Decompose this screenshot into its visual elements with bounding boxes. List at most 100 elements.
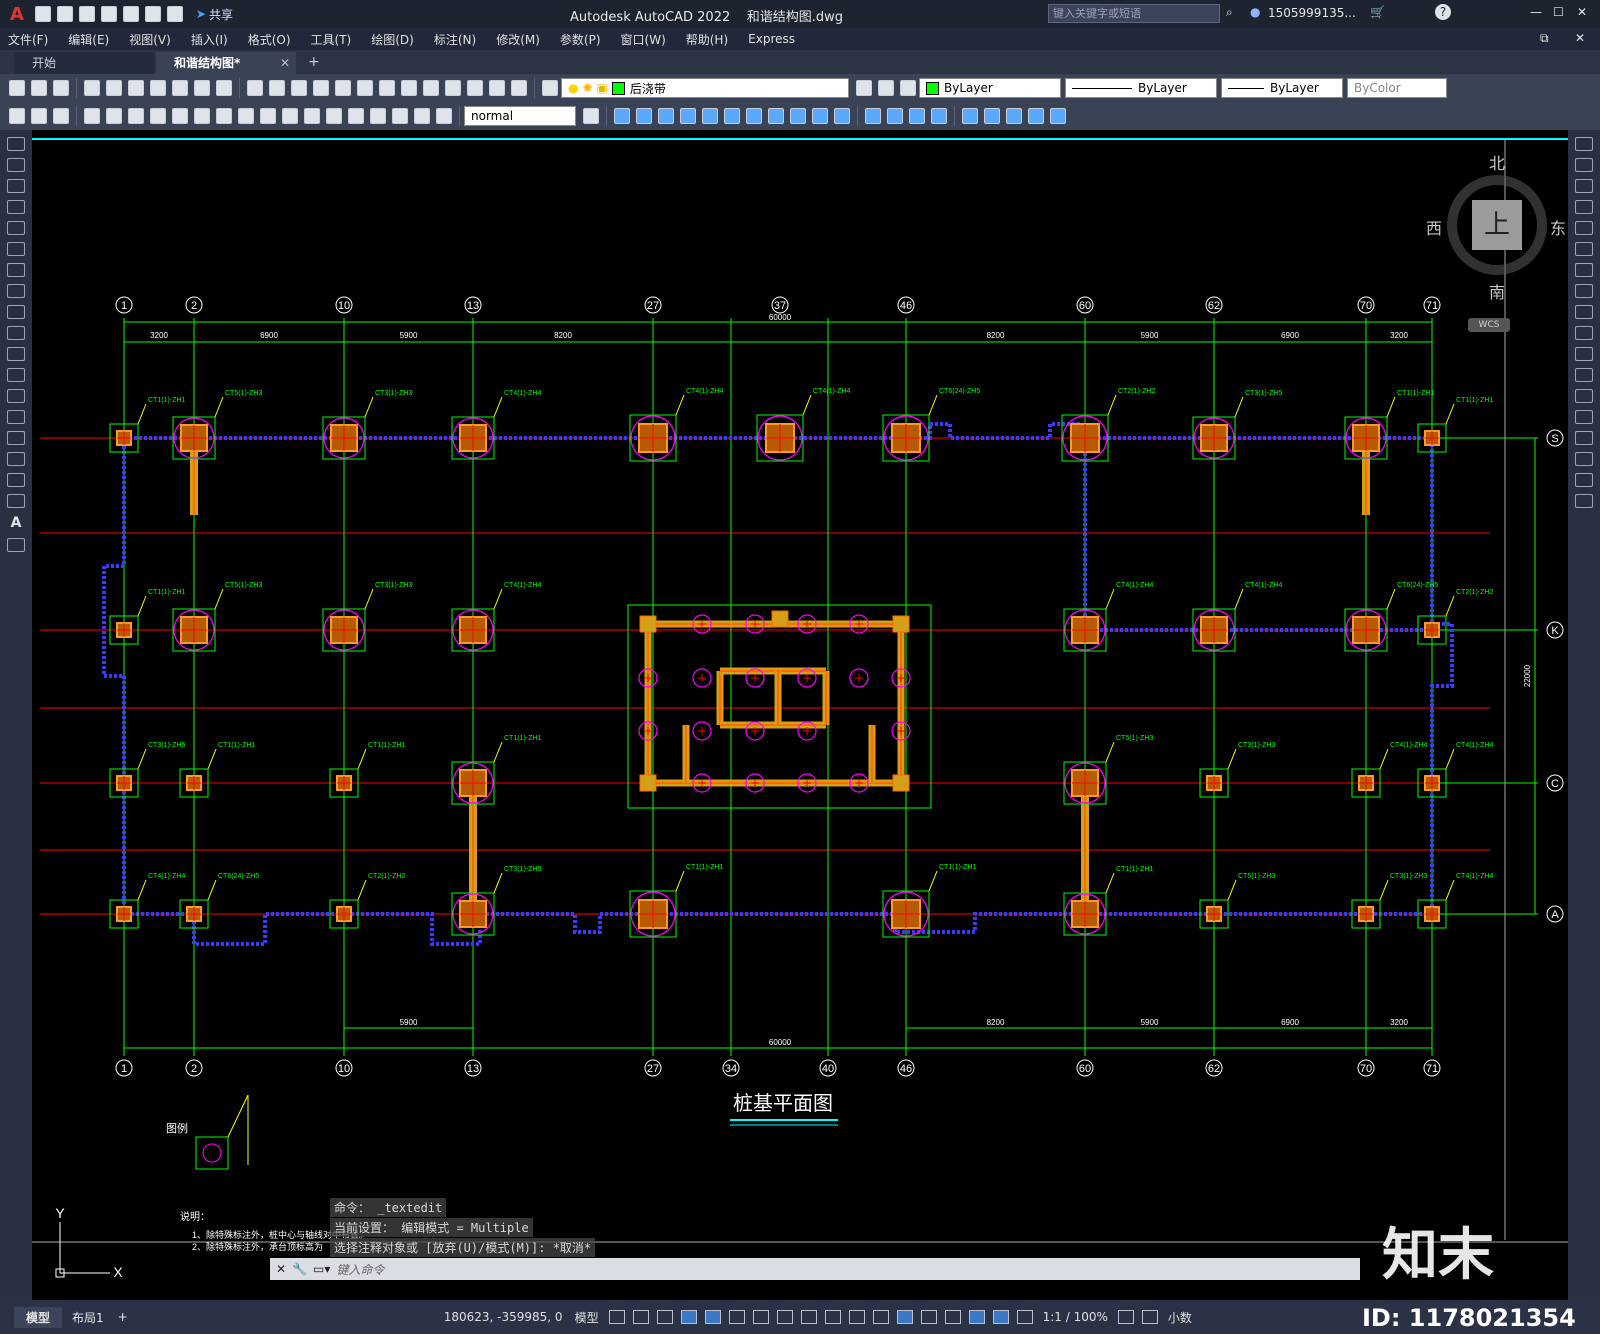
array-icon[interactable]: [1575, 221, 1593, 235]
plot-icon[interactable]: [122, 6, 139, 22]
cut-icon[interactable]: [150, 80, 166, 96]
layer-state-icon[interactable]: [900, 80, 916, 96]
layer-properties-icon[interactable]: [542, 80, 558, 96]
dim-ordinate-icon[interactable]: [84, 108, 100, 124]
snap-icon[interactable]: [632, 1310, 649, 1324]
gizmo-icon[interactable]: [968, 1310, 985, 1324]
customize-command-icon[interactable]: 🔧: [292, 1262, 307, 1276]
dim-update-icon[interactable]: [436, 108, 452, 124]
multiline-text-icon[interactable]: A: [0, 515, 32, 531]
mirror-3d-icon[interactable]: [1050, 108, 1066, 124]
compass-west[interactable]: 西: [1426, 215, 1442, 239]
undo-toolbar-icon[interactable]: [247, 80, 263, 96]
coordinates[interactable]: 180623, -359985, 0: [444, 1310, 563, 1324]
annotation-visibility-icon[interactable]: [992, 1310, 1009, 1324]
zoom-previous-icon[interactable]: [357, 80, 373, 96]
zoom-realtime-icon[interactable]: [313, 80, 329, 96]
menu-insert[interactable]: 插入(I): [191, 31, 228, 48]
3d-osnap-icon[interactable]: [896, 1310, 913, 1324]
dim-radius-icon[interactable]: [106, 108, 122, 124]
autocad-logo[interactable]: A: [10, 4, 24, 25]
object-snap-tracking-icon[interactable]: [776, 1310, 793, 1324]
tab-start[interactable]: 开始: [14, 52, 154, 74]
sweep-icon[interactable]: [812, 108, 828, 124]
tool-palettes-icon[interactable]: [423, 80, 439, 96]
cart-icon[interactable]: 🛒: [1370, 5, 1385, 19]
dim-style-icon[interactable]: [583, 108, 599, 124]
save-icon[interactable]: [78, 6, 95, 22]
ellipse-icon[interactable]: [7, 326, 25, 340]
save-toolbar-icon[interactable]: [53, 80, 69, 96]
polygon-icon[interactable]: [7, 200, 25, 214]
compass-south[interactable]: 南: [1489, 279, 1505, 303]
lineweight-icon[interactable]: [824, 1310, 841, 1324]
tolerance-icon[interactable]: [304, 108, 320, 124]
units-dropdown[interactable]: 小数: [1168, 1309, 1192, 1326]
undo-icon[interactable]: [144, 6, 161, 22]
share-button[interactable]: ➤ 共享: [196, 6, 233, 23]
construction-line-icon[interactable]: [7, 158, 25, 172]
revision-cloud-icon[interactable]: [7, 284, 25, 298]
menu-format[interactable]: 格式(O): [248, 31, 291, 48]
dim-baseline-icon[interactable]: [216, 108, 232, 124]
lineweight-dropdown[interactable]: ByLayer: [1221, 78, 1343, 98]
point-icon[interactable]: [7, 410, 25, 424]
chamfer-icon[interactable]: [1575, 431, 1593, 445]
polyline-icon[interactable]: [7, 179, 25, 193]
selection-filter-icon[interactable]: [944, 1310, 961, 1324]
help-toolbar-icon[interactable]: [511, 80, 527, 96]
user-icon[interactable]: ●: [1250, 5, 1260, 19]
dim-arc-icon[interactable]: [53, 108, 69, 124]
box-icon[interactable]: [614, 108, 630, 124]
trim-icon[interactable]: [1575, 326, 1593, 340]
inspect-icon[interactable]: [348, 108, 364, 124]
wcs-menu[interactable]: WCS: [1468, 318, 1510, 332]
viewcube-top-face[interactable]: 上: [1472, 200, 1522, 250]
arc-icon[interactable]: [7, 242, 25, 256]
dim-text-edit-icon[interactable]: [414, 108, 430, 124]
auto-scale-icon[interactable]: [1016, 1310, 1033, 1324]
grid-icon[interactable]: [608, 1310, 625, 1324]
menu-file[interactable]: 文件(F): [8, 31, 48, 48]
region-icon[interactable]: [7, 473, 25, 487]
menu-modify[interactable]: 修改(M): [496, 31, 540, 48]
join-icon[interactable]: [1575, 410, 1593, 424]
rectangle-icon[interactable]: [7, 221, 25, 235]
gradient-icon[interactable]: [7, 452, 25, 466]
cylinder-icon[interactable]: [702, 108, 718, 124]
scale-icon[interactable]: [1575, 284, 1593, 298]
preview-icon[interactable]: [106, 80, 122, 96]
intersect-icon[interactable]: [909, 108, 925, 124]
quick-dim-icon[interactable]: [194, 108, 210, 124]
make-current-layer-icon[interactable]: [856, 80, 872, 96]
menu-help[interactable]: 帮助(H): [686, 31, 728, 48]
slice-icon[interactable]: [931, 108, 947, 124]
union-icon[interactable]: [865, 108, 881, 124]
transparency-icon[interactable]: [848, 1310, 865, 1324]
workspace-gear-icon[interactable]: [1117, 1310, 1134, 1324]
print-icon[interactable]: [84, 80, 100, 96]
explode-icon[interactable]: [1575, 494, 1593, 508]
spline-icon[interactable]: [7, 305, 25, 319]
redo-toolbar-icon[interactable]: [269, 80, 285, 96]
menu-window[interactable]: 窗口(W): [621, 31, 666, 48]
layout-tab-layout1[interactable]: 布局1: [62, 1307, 114, 1328]
dim-aligned-icon[interactable]: [31, 108, 47, 124]
infer-constraints-icon[interactable]: [656, 1310, 673, 1324]
color-dropdown[interactable]: ByLayer: [919, 78, 1061, 98]
user-name[interactable]: 1505999135...: [1268, 6, 1356, 20]
extrude-icon[interactable]: [768, 108, 784, 124]
dim-space-icon[interactable]: [260, 108, 276, 124]
isodraft-icon[interactable]: [752, 1310, 769, 1324]
model-space-toggle[interactable]: 模型: [575, 1309, 599, 1326]
pyramid-icon[interactable]: [746, 108, 762, 124]
rotate-icon[interactable]: [1575, 263, 1593, 277]
layer-dropdown[interactable]: ● ✺ ▣ 后浇带: [561, 78, 849, 98]
subtract-icon[interactable]: [887, 108, 903, 124]
copy-icon[interactable]: [172, 80, 188, 96]
compass-north[interactable]: 北: [1489, 150, 1505, 174]
break-icon[interactable]: [1575, 389, 1593, 403]
redo-icon[interactable]: [166, 6, 183, 22]
save-as-icon[interactable]: [100, 6, 117, 22]
restore-down-icon[interactable]: ⧉: [1540, 31, 1549, 46]
